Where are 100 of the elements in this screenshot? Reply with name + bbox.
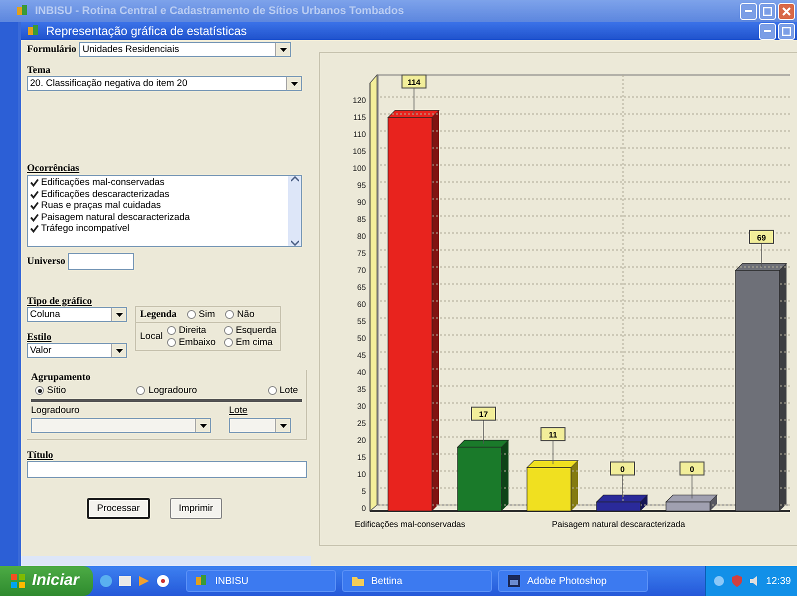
radio-button[interactable]: Não — [225, 309, 254, 320]
radio-button[interactable]: Esquerda — [224, 325, 276, 336]
radio-button[interactable]: Sim — [186, 309, 216, 320]
taskbar-button[interactable]: Bettina — [342, 570, 492, 592]
theme-select[interactable]: 20. Classificação negativa do item 20 — [27, 76, 302, 91]
tick-label: 110 — [353, 130, 366, 139]
label-background — [471, 406, 496, 421]
dropdown-arrow-icon — [116, 312, 122, 316]
action-button[interactable]: Imprimir — [170, 498, 222, 519]
shield-icon[interactable] — [730, 574, 744, 588]
dropdown-arrow-icon — [290, 82, 298, 86]
chart-type-select[interactable]: Coluna — [27, 307, 127, 322]
bar-depth-drawing — [526, 460, 579, 511]
occurrence-list[interactable]: Edificações mal-conservadas Edificações descaracterizadas Ruas e praças mal cuidadas Paisagem natural descaracterizada Tráfego incompatível — [27, 175, 302, 247]
field-label: Tema — [27, 65, 52, 76]
maximize-icon — [782, 26, 791, 36]
title-field[interactable] — [27, 461, 307, 478]
desktop-icon[interactable] — [118, 574, 132, 588]
media-icon[interactable] — [137, 574, 152, 588]
scrollbar[interactable] — [288, 176, 301, 246]
leader-line — [761, 243, 762, 268]
field-label: Formulário — [27, 44, 76, 55]
bar — [666, 502, 710, 512]
child-window-title: Representação gráfica de estatísticas — [46, 24, 248, 38]
clock: 12:39 — [766, 576, 791, 586]
radio-button[interactable]: Direita — [166, 325, 216, 336]
label-background — [402, 74, 426, 88]
minimize-icon — [745, 10, 752, 12]
form-select[interactable]: Unidades Residenciais — [79, 42, 292, 57]
tick-label: 5 — [362, 487, 366, 496]
folder-icon — [351, 574, 366, 588]
dropdown-arrow-icon — [200, 424, 206, 428]
scrollbar[interactable] — [21, 556, 311, 566]
window-title: INBISU - Rotina Central e Cadastramento de Sítios Urbanos Tombados — [35, 5, 405, 17]
disc-icon[interactable] — [156, 574, 170, 588]
data-label: 114 — [408, 78, 420, 87]
minimize-button[interactable] — [759, 22, 776, 40]
dropdown-arrow-icon — [116, 348, 122, 352]
lot-select[interactable] — [229, 418, 291, 433]
data-label: 17 — [479, 410, 488, 420]
field-label: Ocorrências — [27, 163, 80, 174]
close-button[interactable] — [778, 2, 795, 20]
list-item[interactable]: Edificações descaracterizadas — [30, 188, 286, 200]
scroll-down-icon — [290, 240, 298, 246]
field-label: Título — [27, 450, 54, 461]
tick-label: 120 — [352, 96, 366, 105]
network-icon[interactable] — [712, 574, 726, 588]
radio-button[interactable]: Logradouro — [136, 385, 198, 396]
action-button[interactable]: Processar — [87, 498, 150, 519]
maximize-icon — [763, 6, 772, 16]
tick-label: 50 — [357, 334, 366, 343]
radio-button[interactable]: Em cima — [224, 337, 276, 348]
leader-line — [483, 420, 484, 444]
field-label: Legenda — [140, 309, 177, 320]
style-select[interactable]: Valor — [27, 343, 127, 358]
field-label: Universo — [27, 256, 66, 267]
radio-button[interactable]: Sítio — [35, 385, 66, 396]
street-select[interactable] — [31, 418, 211, 433]
tick-label: 35 — [357, 385, 366, 394]
start-button[interactable]: Iniciar — [0, 566, 94, 596]
maximize-button[interactable] — [759, 2, 776, 20]
tick-label: 80 — [357, 232, 366, 241]
tick-label: 90 — [357, 198, 366, 207]
list-item[interactable]: Tráfego incompatível — [30, 223, 286, 234]
radio-button[interactable]: Embaixo — [166, 337, 216, 348]
maximize-button[interactable] — [778, 22, 795, 40]
list-item[interactable]: Ruas e praças mal cuidadas — [30, 200, 286, 212]
tick-label: 60 — [357, 300, 366, 309]
leader-line — [552, 440, 554, 464]
list-item[interactable]: Paisagem natural descaracterizada — [30, 212, 286, 223]
label-background — [610, 462, 635, 476]
tick-label: 75 — [357, 249, 366, 258]
dropdown-arrow-icon — [280, 48, 287, 52]
bar — [596, 502, 641, 512]
browser-icon[interactable] — [99, 574, 114, 588]
data-label: 0 — [690, 465, 694, 474]
taskbar-button[interactable]: Adobe Photoshop — [498, 570, 648, 592]
tick-label: 95 — [357, 181, 366, 190]
label-background — [540, 427, 566, 442]
label-background — [749, 230, 774, 244]
tick-label: 0 — [362, 504, 366, 513]
universe-field[interactable] — [68, 253, 134, 270]
tick-label: 45 — [357, 351, 366, 360]
tick-label: 115 — [353, 113, 366, 122]
leader-line — [622, 474, 623, 499]
radio-button[interactable]: Lote — [268, 385, 298, 396]
list-item[interactable]: Edificações mal-conservadas — [30, 177, 286, 188]
tick-label: 100 — [352, 164, 366, 173]
image-editor-icon — [507, 574, 522, 588]
field-label: Logradouro — [31, 405, 81, 416]
tick-label: 70 — [357, 266, 366, 275]
app-icon — [16, 4, 30, 18]
minimize-icon — [764, 30, 771, 32]
bar-depth-drawing — [456, 440, 510, 511]
minimize-button[interactable] — [740, 2, 757, 20]
taskbar-button[interactable]: INBISU — [186, 570, 336, 592]
tick-label: 20 — [357, 436, 366, 445]
flag-icon — [10, 573, 26, 589]
tick-label: 15 — [357, 453, 366, 462]
field-label: Estilo — [27, 332, 52, 343]
